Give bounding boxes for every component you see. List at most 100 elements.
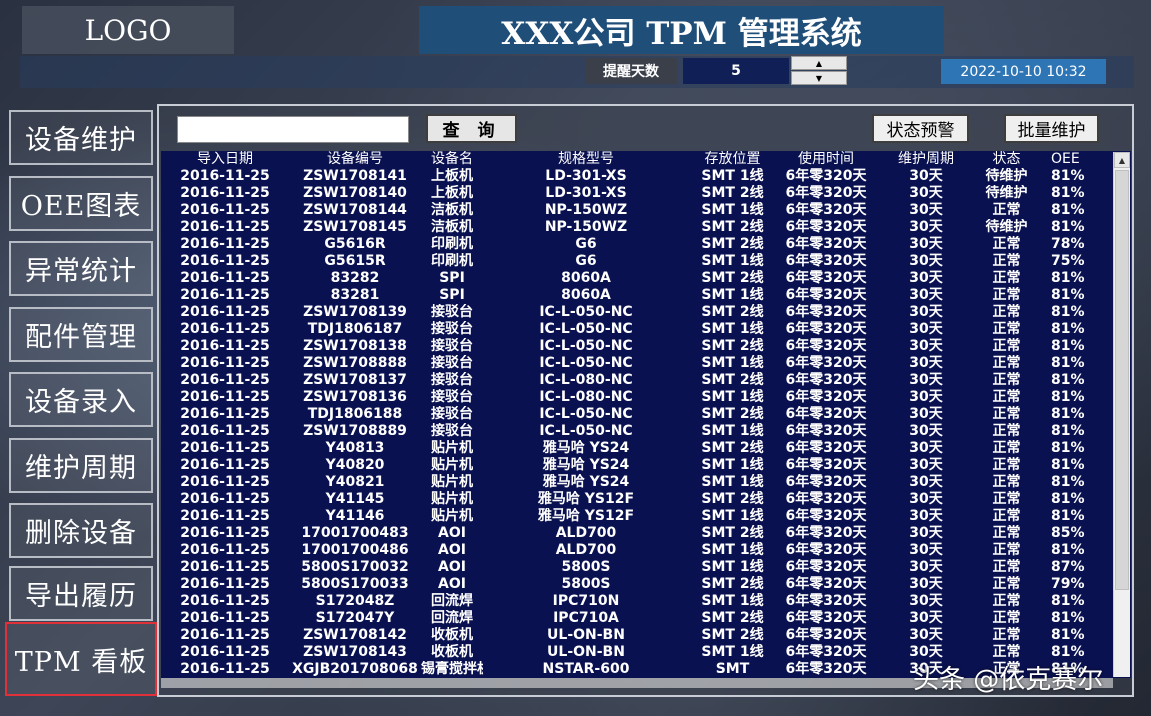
table-row[interactable]: 2016-11-25 ZSW1708889 接驳台 IC-L-050-NC SMT 1线… <box>161 423 1114 440</box>
table-cell: SMT 1线 <box>701 355 764 371</box>
table-cell: 2016-11-25 <box>180 202 270 218</box>
table-row[interactable]: 2016-11-25 17001700486 AOI ALD700 SMT 1线 6年零3… <box>161 542 1114 559</box>
sidebar-item-parts-management[interactable]: 配件管理 <box>9 307 153 362</box>
table-cell: 正常 <box>992 236 1021 252</box>
table-row[interactable]: 2016-11-25 ZSW1708145 洁板机 NP-150WZ SMT 2线 6年零… <box>161 219 1114 236</box>
table-row[interactable]: 2016-11-25 ZSW1708140 上板机 LD-301-XS SMT 2线 6年… <box>161 185 1114 202</box>
table-cell: 30天 <box>909 491 943 507</box>
table-row[interactable]: 2016-11-25 ZSW1708136 接驳台 IC-L-080-NC SMT 1线… <box>161 389 1114 406</box>
table-cell: 6年零320天 <box>785 304 867 320</box>
table-cell: IC-L-050-NC <box>539 406 633 422</box>
table-cell: 正常 <box>992 423 1021 439</box>
table-cell: 6年零320天 <box>785 338 867 354</box>
status-alert-button[interactable]: 状态预警 <box>872 114 969 143</box>
table-cell: 2016-11-25 <box>180 593 270 609</box>
table-cell: 30天 <box>909 593 943 609</box>
sidebar-item-exception-stats[interactable]: 异常统计 <box>9 241 153 296</box>
table-row[interactable]: 2016-11-25 5800S170032 AOI 5800S SMT 1线 6年零32… <box>161 559 1114 576</box>
table-cell: 30天 <box>909 389 943 405</box>
table-cell: 接驳台 <box>431 389 473 405</box>
table-row[interactable]: 2016-11-25 ZSW1708144 洁板机 NP-150WZ SMT 1线 6年零… <box>161 202 1114 219</box>
sidebar-item-delete-equipment[interactable]: 删除设备 <box>9 503 153 558</box>
search-input[interactable] <box>177 116 409 143</box>
sidebar-item-export-history[interactable]: 导出履历 <box>9 566 153 621</box>
table-cell: 30天 <box>909 542 943 558</box>
sidebar-item-maintenance-cycle[interactable]: 维护周期 <box>9 438 153 493</box>
table-cell: 30天 <box>909 236 943 252</box>
table-cell: 81% <box>1051 168 1085 184</box>
table-cell: SMT 1线 <box>701 321 764 337</box>
table-cell: 30天 <box>909 474 943 490</box>
watermark-text: 头条 @依克赛尔 <box>913 665 1104 695</box>
table-cell: 正常 <box>992 508 1021 524</box>
table-cell: 81% <box>1051 355 1085 371</box>
table-cell: 81% <box>1051 372 1085 388</box>
sidebar-item-equipment-entry[interactable]: 设备录入 <box>9 372 153 427</box>
table-cell: 81% <box>1051 508 1085 524</box>
table-row[interactable]: 2016-11-25 Y40820 贴片机 雅马哈 YS24 SMT 1线 6年零320天… <box>161 457 1114 474</box>
table-row[interactable]: 2016-11-25 Y41146 贴片机 雅马哈 YS12F SMT 1线 6年零320… <box>161 508 1114 525</box>
table-row[interactable]: 2016-11-25 Y40813 贴片机 雅马哈 YS24 SMT 2线 6年零320天… <box>161 440 1114 457</box>
sidebar-item-oee-chart[interactable]: OEE图表 <box>9 176 153 231</box>
table-cell: 2016-11-25 <box>180 508 270 524</box>
remind-days-spinner[interactable]: ▲ ▼ <box>791 56 847 85</box>
table-cell: 雅马哈 YS24 <box>542 457 630 473</box>
sidebar-item-tpm-board[interactable]: TPM 看板 <box>5 622 157 696</box>
table-cell: IPC710A <box>553 610 619 626</box>
table-row[interactable]: 2016-11-25 5800S170033 AOI 5800S SMT 2线 6年零32… <box>161 576 1114 593</box>
table-cell: 5800S170033 <box>301 576 409 592</box>
table-cell: 接驳台 <box>431 304 473 320</box>
equipment-table[interactable]: 导入日期 设备编号 设备名 规格型号 存放位置 使用时间 维护周期 状态 OEE… <box>161 151 1131 678</box>
table-row[interactable]: 2016-11-25 ZSW1708141 上板机 LD-301-XS SMT 1线 6年… <box>161 168 1114 185</box>
table-cell: 正常 <box>992 474 1021 490</box>
table-row[interactable]: 2016-11-25 S172048Z 回流焊 IPC710N SMT 1线 6年零320… <box>161 593 1114 610</box>
batch-maintenance-button[interactable]: 批量维护 <box>1004 114 1099 143</box>
table-row[interactable]: 2016-11-25 ZSW1708142 收板机 UL-ON-BN SMT 2线 6年零… <box>161 627 1114 644</box>
table-cell: 30天 <box>909 406 943 422</box>
table-cell: 待维护 <box>985 185 1028 201</box>
table-cell: 6年零320天 <box>785 610 867 626</box>
table-cell: Y41146 <box>325 508 385 524</box>
table-row[interactable]: 2016-11-25 ZSW1708888 接驳台 IC-L-050-NC SMT 1线… <box>161 355 1114 372</box>
table-row[interactable]: 2016-11-25 ZSW1708138 接驳台 IC-L-050-NC SMT 2线… <box>161 338 1114 355</box>
table-row[interactable]: 2016-11-25 Y41145 贴片机 雅马哈 YS12F SMT 2线 6年零320… <box>161 491 1114 508</box>
table-cell: 6年零320天 <box>785 491 867 507</box>
table-cell: 正常 <box>992 542 1021 558</box>
scroll-up-icon[interactable]: ▲ <box>1114 152 1130 168</box>
current-datetime: 2022-10-10 10:32 <box>941 59 1106 84</box>
table-cell: SMT 1线 <box>701 474 764 490</box>
table-cell: 81% <box>1051 219 1085 235</box>
table-cell: 81% <box>1051 304 1085 320</box>
table-cell: ZSW1708137 <box>303 372 407 388</box>
table-cell: SMT 2线 <box>701 185 764 201</box>
table-cell: 待维护 <box>985 219 1028 235</box>
table-row[interactable]: 2016-11-25 G5616R 印刷机 G6 SMT 2线 6年零320天 30天 正常 7… <box>161 236 1114 253</box>
spinner-down-icon[interactable]: ▼ <box>791 71 847 85</box>
table-cell: SMT 2线 <box>701 270 764 286</box>
table-row[interactable]: 2016-11-25 83282 SPI 8060A SMT 2线 6年零320天 30天 正… <box>161 270 1114 287</box>
table-cell: 6年零320天 <box>785 219 867 235</box>
table-cell: 正常 <box>992 576 1021 592</box>
vertical-scrollbar[interactable]: ▲ <box>1113 152 1130 677</box>
table-cell: 正常 <box>992 287 1021 303</box>
table-row[interactable]: 2016-11-25 Y40821 贴片机 雅马哈 YS24 SMT 1线 6年零320天… <box>161 474 1114 491</box>
table-row[interactable]: 2016-11-25 G5615R 印刷机 G6 SMT 1线 6年零320天 30天 正常 7… <box>161 253 1114 270</box>
table-cell: 81% <box>1051 610 1085 626</box>
table-cell: SMT 1线 <box>701 287 764 303</box>
table-row[interactable]: 2016-11-25 83281 SPI 8060A SMT 1线 6年零320天 30天 正… <box>161 287 1114 304</box>
spinner-up-icon[interactable]: ▲ <box>791 56 847 70</box>
table-row[interactable]: 2016-11-25 ZSW1708139 接驳台 IC-L-050-NC SMT 2线… <box>161 304 1114 321</box>
sidebar-item-equipment-maintenance[interactable]: 设备维护 <box>9 110 153 165</box>
table-row[interactable]: 2016-11-25 TDJ1806188 接驳台 IC-L-050-NC SMT 2线… <box>161 406 1114 423</box>
scroll-thumb[interactable] <box>1115 170 1129 590</box>
table-row[interactable]: 2016-11-25 ZSW1708137 接驳台 IC-L-080-NC SMT 2线… <box>161 372 1114 389</box>
query-button[interactable]: 查 询 <box>426 114 517 143</box>
table-cell: 30天 <box>909 253 943 269</box>
table-cell: 30天 <box>909 338 943 354</box>
table-cell: 5800S <box>561 559 611 575</box>
remind-days-value[interactable]: 5 <box>683 58 789 84</box>
table-row[interactable]: 2016-11-25 TDJ1806187 接驳台 IC-L-050-NC SMT 1线… <box>161 321 1114 338</box>
table-cell: SMT 1线 <box>701 644 764 660</box>
table-row[interactable]: 2016-11-25 S172047Y 回流焊 IPC710A SMT 2线 6年零320… <box>161 610 1114 627</box>
table-row[interactable]: 2016-11-25 17001700483 AOI ALD700 SMT 2线 6年零3… <box>161 525 1114 542</box>
